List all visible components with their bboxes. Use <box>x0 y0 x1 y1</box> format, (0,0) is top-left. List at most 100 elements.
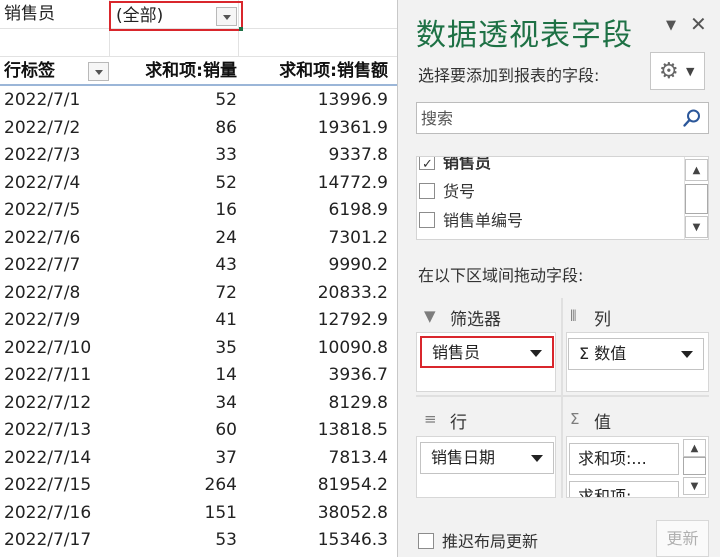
scroll-thumb[interactable] <box>683 457 706 475</box>
chevron-down-icon[interactable] <box>530 350 542 357</box>
row-date[interactable]: 2022/7/15 <box>4 472 110 500</box>
row-date[interactable]: 2022/7/5 <box>4 197 110 225</box>
row-qty[interactable]: 14 <box>113 362 237 390</box>
filter-chip-seller[interactable]: 销售员 <box>420 336 554 368</box>
row-date[interactable]: 2022/7/7 <box>4 252 110 280</box>
row-qty[interactable]: 264 <box>113 472 237 500</box>
row-qty[interactable]: 37 <box>113 445 237 473</box>
row-amount[interactable]: 12792.9 <box>242 307 388 335</box>
field-list-scrollbar[interactable]: ▲ ▼ <box>684 157 708 239</box>
row-date[interactable]: 2022/7/1 <box>4 87 110 115</box>
row-qty[interactable]: 72 <box>113 280 237 308</box>
row-amount[interactable]: 14772.9 <box>242 170 388 198</box>
field-search-box[interactable] <box>416 102 709 134</box>
update-button[interactable]: 更新 <box>656 520 709 557</box>
chip-label: 求和项:... <box>578 449 647 468</box>
row-amount[interactable]: 10090.8 <box>242 335 388 363</box>
row-amount[interactable]: 6198.9 <box>242 197 388 225</box>
row-chip-sale-date[interactable]: 销售日期 <box>420 442 554 474</box>
field-search-input[interactable] <box>417 103 675 133</box>
row-date[interactable]: 2022/7/17 <box>4 527 110 555</box>
defer-update-label: 推迟布局更新 <box>442 532 539 551</box>
close-icon[interactable]: ✕ <box>690 12 707 36</box>
chevron-down-icon[interactable] <box>531 455 543 462</box>
filter-value: (全部) <box>116 6 164 26</box>
row-qty[interactable]: 52 <box>113 170 237 198</box>
sigma-icon: Σ <box>579 344 590 363</box>
chip-label: 数值 <box>594 344 627 363</box>
row-amount[interactable]: 3936.7 <box>242 362 388 390</box>
pane-options-icon[interactable]: ▼ <box>666 18 676 33</box>
columns-area-title: 列 <box>594 310 611 330</box>
row-qty[interactable]: 52 <box>113 87 237 115</box>
search-icon[interactable] <box>682 108 702 128</box>
row-qty[interactable]: 41 <box>113 307 237 335</box>
row-amount[interactable]: 7813.4 <box>242 445 388 473</box>
checkbox[interactable] <box>419 182 435 199</box>
row-amount[interactable]: 81954.2 <box>242 472 388 500</box>
scroll-down-icon[interactable]: ▼ <box>683 477 706 495</box>
field-item-order-number[interactable]: 销售单编号 <box>419 207 523 235</box>
chevron-down-icon[interactable] <box>681 351 693 358</box>
pane-title: 数据透视表字段 <box>416 18 633 53</box>
values-drop-area[interactable]: 求和项:... 求和项:... ▲ ▼ <box>566 436 709 498</box>
row-date[interactable]: 2022/7/4 <box>4 170 110 198</box>
row-amount[interactable]: 7301.2 <box>242 225 388 253</box>
row-qty[interactable]: 151 <box>113 500 237 528</box>
row-amount[interactable]: 19361.9 <box>242 115 388 143</box>
chip-label: 求和项:... <box>578 487 647 498</box>
pivot-sheet: 销售员 (全部) 行标签 求和项:销量 求和项:销售额 2022/7/1 52 13… <box>0 0 397 557</box>
column-chip-values[interactable]: Σ 数值 <box>568 338 704 370</box>
row-date[interactable]: 2022/7/11 <box>4 362 110 390</box>
sum-qty-header[interactable]: 求和项:销量 <box>113 58 237 86</box>
tools-button[interactable]: ⚙ ▼ <box>650 52 705 90</box>
cell-fill-handle[interactable] <box>239 27 243 31</box>
row-date[interactable]: 2022/7/16 <box>4 500 110 528</box>
field-item-label: 销售单编号 <box>443 211 524 230</box>
row-amount[interactable]: 9990.2 <box>242 252 388 280</box>
checkbox[interactable] <box>419 211 435 228</box>
scroll-down-icon[interactable]: ▼ <box>685 216 708 238</box>
row-date[interactable]: 2022/7/12 <box>4 390 110 418</box>
row-date[interactable]: 2022/7/13 <box>4 417 110 445</box>
row-amount[interactable]: 13818.5 <box>242 417 388 445</box>
field-item-product-code[interactable]: 货号 <box>419 178 475 206</box>
area-divider <box>416 395 709 397</box>
field-item-seller[interactable]: 销售员 <box>419 157 491 179</box>
row-date[interactable]: 2022/7/9 <box>4 307 110 335</box>
row-amount[interactable]: 20833.2 <box>242 280 388 308</box>
scroll-up-icon[interactable]: ▲ <box>685 159 708 181</box>
row-qty[interactable]: 33 <box>113 142 237 170</box>
row-date[interactable]: 2022/7/10 <box>4 335 110 363</box>
row-date[interactable]: 2022/7/8 <box>4 280 110 308</box>
row-qty[interactable]: 86 <box>113 115 237 143</box>
row-qty[interactable]: 43 <box>113 252 237 280</box>
value-chip-sum-amount[interactable]: 求和项:... <box>569 481 679 498</box>
row-label-filter-icon[interactable] <box>88 62 109 81</box>
filter-dropdown-icon[interactable] <box>216 7 237 26</box>
filter-value-cell[interactable]: (全部) <box>109 1 243 31</box>
row-qty[interactable]: 35 <box>113 335 237 363</box>
sum-amount-header[interactable]: 求和项:销售额 <box>242 58 388 86</box>
checkbox[interactable] <box>418 532 434 549</box>
scroll-up-icon[interactable]: ▲ <box>683 439 706 457</box>
row-amount[interactable]: 15346.3 <box>242 527 388 555</box>
filter-field-label[interactable]: 销售员 <box>4 1 110 29</box>
row-qty[interactable]: 34 <box>113 390 237 418</box>
row-date[interactable]: 2022/7/3 <box>4 142 110 170</box>
checkbox-checked[interactable] <box>419 157 435 179</box>
row-amount[interactable]: 13996.9 <box>242 87 388 115</box>
scroll-thumb[interactable] <box>685 184 708 214</box>
row-qty[interactable]: 60 <box>113 417 237 445</box>
row-date[interactable]: 2022/7/6 <box>4 225 110 253</box>
row-qty[interactable]: 24 <box>113 225 237 253</box>
row-qty[interactable]: 53 <box>113 527 237 555</box>
row-amount[interactable]: 8129.8 <box>242 390 388 418</box>
row-qty[interactable]: 16 <box>113 197 237 225</box>
defer-update-option[interactable]: 推迟布局更新 <box>418 528 538 552</box>
value-chip-sum-qty[interactable]: 求和项:... <box>569 443 679 475</box>
row-amount[interactable]: 9337.8 <box>242 142 388 170</box>
row-amount[interactable]: 38052.8 <box>242 500 388 528</box>
row-date[interactable]: 2022/7/14 <box>4 445 110 473</box>
row-date[interactable]: 2022/7/2 <box>4 115 110 143</box>
